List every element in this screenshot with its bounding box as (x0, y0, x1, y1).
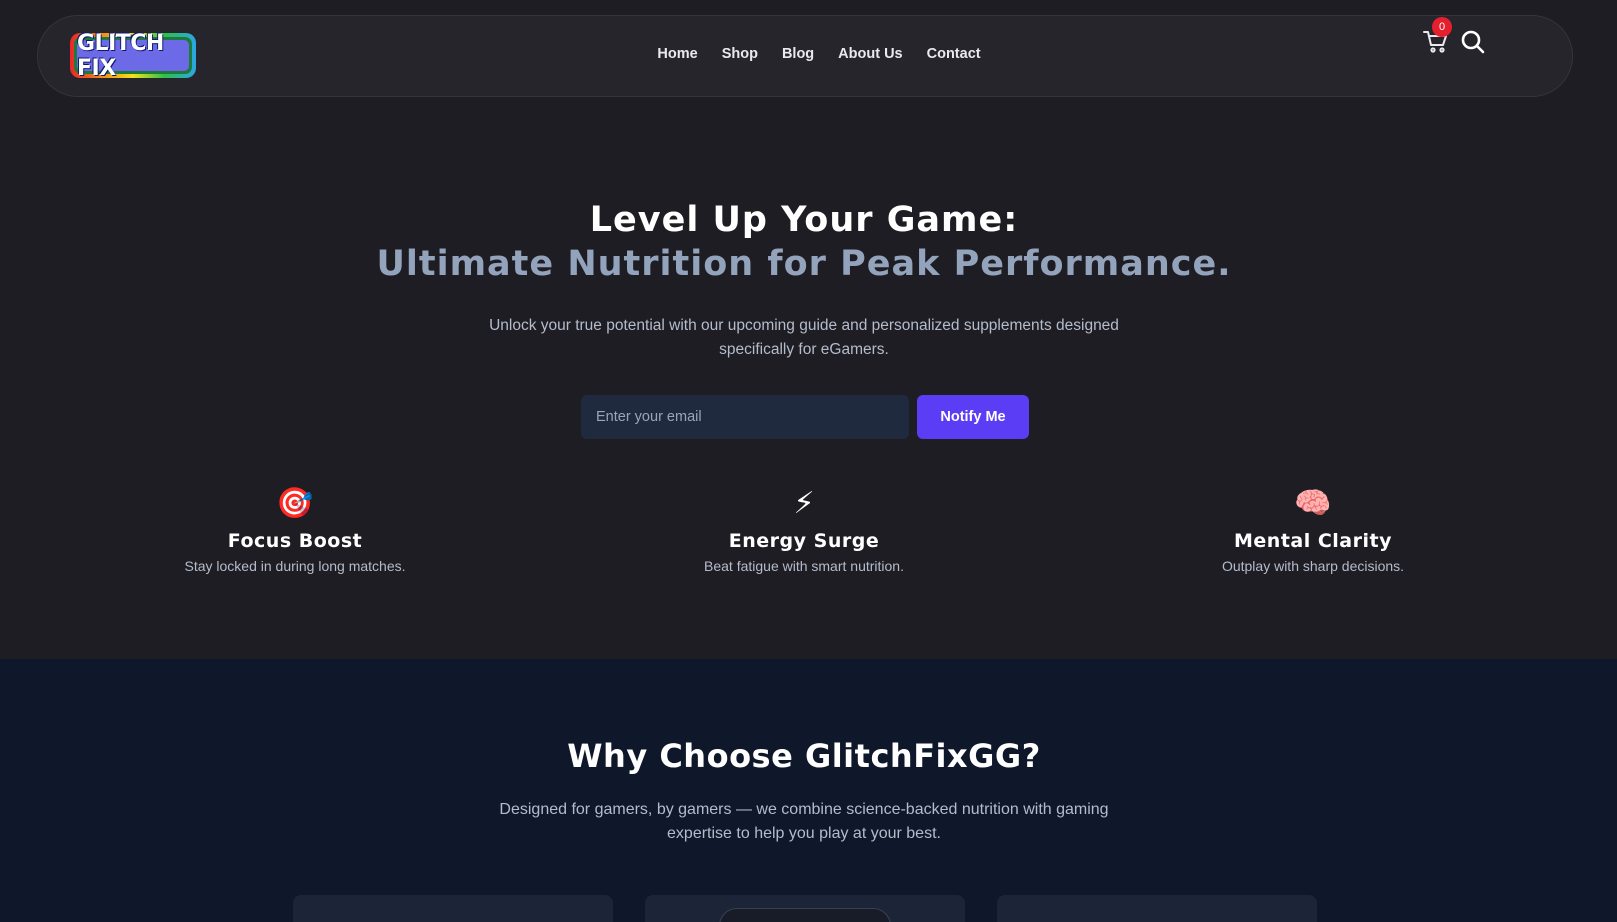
phone-image (719, 908, 891, 922)
nav-link-blog[interactable]: Blog (782, 46, 814, 62)
email-input[interactable] (581, 395, 909, 439)
nav-link-home[interactable]: Home (657, 46, 697, 62)
feature-description: Stay locked in during long matches. (184, 558, 406, 574)
why-choose-title: Why Choose GlitchFixGG? (567, 737, 1041, 775)
hero-title-line2: Ultimate Nutrition for Peak Performance. (376, 244, 1232, 284)
feature-title: Mental Clarity (1234, 530, 1392, 552)
nav-link-about-us[interactable]: About Us (838, 46, 902, 62)
feature-title: Focus Boost (227, 530, 363, 552)
benefit-card (293, 895, 613, 922)
hero-title-line1: Level Up Your Game: (589, 200, 1019, 240)
why-choose-section (0, 659, 1617, 922)
search-icon[interactable] (1459, 28, 1487, 56)
navbar: GLITCH FIX Home Shop Blog About Us Conta… (37, 15, 1573, 97)
target-icon: 🎯 (276, 486, 314, 521)
feature-energy-surge: ⚡ Energy Surge Beat fatigue with smart n… (639, 484, 969, 574)
lightning-icon: ⚡ (793, 486, 815, 521)
feature-description: Beat fatigue with smart nutrition. (704, 558, 904, 574)
feature-title: Energy Surge (728, 530, 880, 552)
nav-link-contact[interactable]: Contact (927, 46, 981, 62)
cart-count-badge: 0 (1432, 17, 1452, 37)
hero-subtitle: Unlock your true potential with our upco… (489, 317, 1119, 358)
feature-mental-clarity: 🧠 Mental Clarity Outplay with sharp deci… (1148, 484, 1478, 574)
brain-icon: 🧠 (1294, 486, 1332, 521)
benefit-card (997, 895, 1317, 922)
nav-link-shop[interactable]: Shop (722, 46, 758, 62)
why-choose-subtitle: Designed for gamers, by gamers — we comb… (499, 801, 1109, 842)
notify-me-button[interactable]: Notify Me (917, 395, 1029, 439)
feature-focus-boost: 🎯 Focus Boost Stay locked in during long… (130, 484, 460, 574)
feature-description: Outplay with sharp decisions. (1221, 558, 1405, 574)
main-nav: Home Shop Blog About Us Contact (38, 46, 1572, 62)
